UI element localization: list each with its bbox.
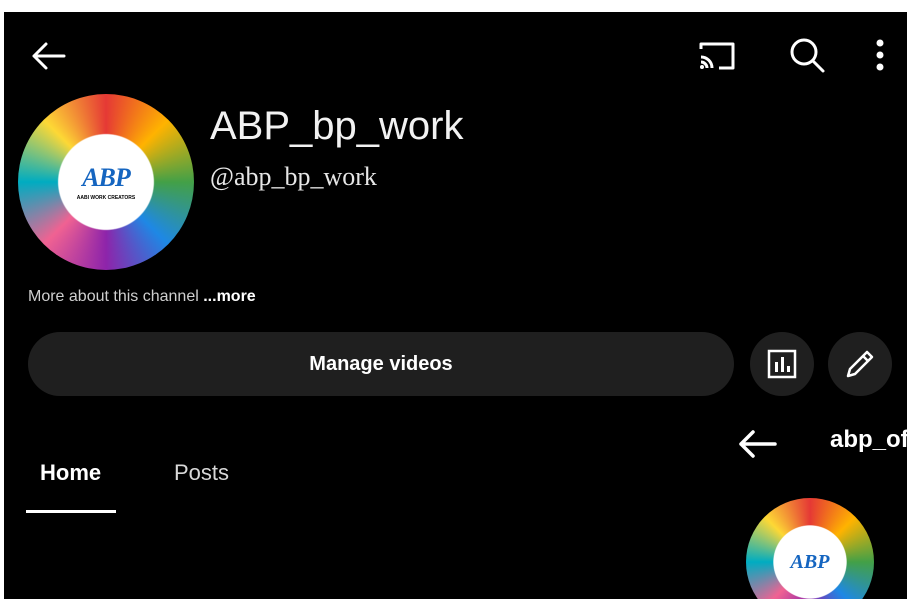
- search-button[interactable]: [782, 32, 832, 78]
- app-screen: ABP AABI WORK CREATORS ABP_bp_work @abp_…: [4, 12, 907, 599]
- overlay-channel-title: abp_of: [830, 426, 907, 453]
- analytics-button[interactable]: [750, 332, 814, 396]
- overlay-avatar-logo: ABP: [790, 550, 830, 573]
- channel-about-link[interactable]: More about this channel ...more: [28, 288, 256, 306]
- edit-icon: [846, 350, 874, 378]
- channel-name: ABP_bp_work: [210, 104, 464, 148]
- overlay-channel-avatar[interactable]: ABP: [746, 498, 874, 599]
- manage-videos-button[interactable]: Manage videos: [28, 332, 734, 396]
- back-arrow-icon: [739, 430, 777, 458]
- back-button[interactable]: [24, 34, 72, 78]
- avatar-logo-circle: ABP AABI WORK CREATORS: [62, 138, 150, 226]
- about-text: More about this channel: [28, 288, 199, 305]
- more-vert-icon: [876, 39, 884, 71]
- tab-selected-indicator: [26, 510, 116, 513]
- tab-home[interactable]: Home: [40, 460, 101, 486]
- cast-icon: [699, 42, 735, 70]
- more-options-button[interactable]: [864, 32, 896, 78]
- avatar-logo: ABP: [82, 163, 131, 192]
- channel-handle: @abp_bp_work: [210, 162, 377, 191]
- manage-videos-label: Manage videos: [309, 352, 453, 375]
- analytics-icon: [767, 349, 797, 379]
- tab-posts[interactable]: Posts: [174, 460, 229, 486]
- avatar-subtitle: AABI WORK CREATORS: [76, 195, 136, 201]
- channel-avatar[interactable]: ABP AABI WORK CREATORS: [18, 94, 194, 270]
- back-arrow-icon: [32, 42, 66, 70]
- overlay-back-button[interactable]: [732, 422, 782, 466]
- edit-button[interactable]: [828, 332, 892, 396]
- search-icon: [790, 38, 825, 73]
- overlay-avatar-logo-circle: ABP: [776, 528, 844, 596]
- about-more-link[interactable]: ...more: [203, 288, 255, 305]
- cast-button[interactable]: [692, 34, 742, 78]
